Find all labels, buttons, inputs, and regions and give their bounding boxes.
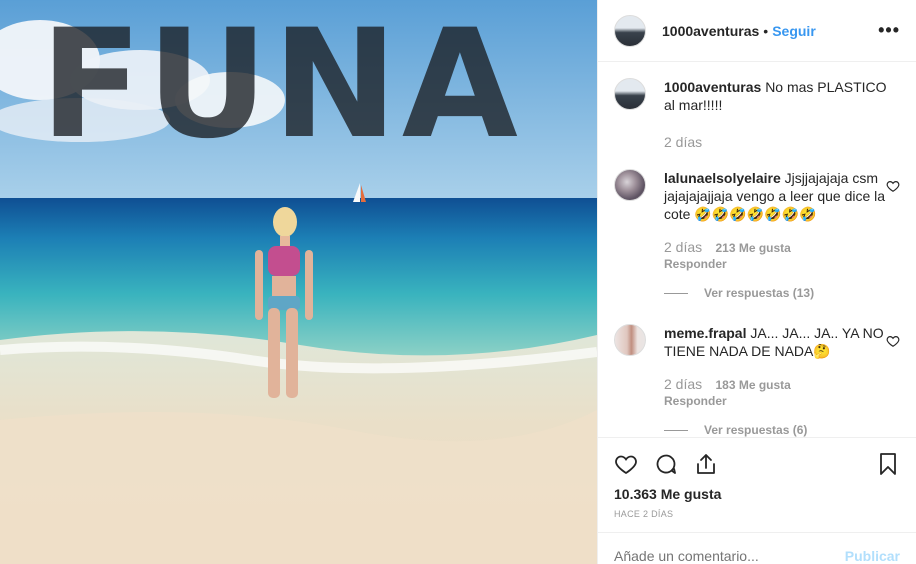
likes-count[interactable]: 10.363 Me gusta xyxy=(598,485,916,503)
author-avatar[interactable] xyxy=(614,14,646,47)
post-side-panel: 1000aventuras • Seguir ••• 1000aventuras… xyxy=(597,0,916,564)
commenter-avatar[interactable] xyxy=(614,324,646,356)
caption: 1000aventuras No mas PLASTICO al mar!!!!… xyxy=(614,78,900,151)
caption-username[interactable]: 1000aventuras xyxy=(664,79,761,95)
comment-item: lalunaelsolyelaire Jjsjjajajaja csm jaja… xyxy=(614,169,900,302)
comments-list[interactable]: 1000aventuras No mas PLASTICO al mar!!!!… xyxy=(598,62,916,438)
like-heart-icon[interactable] xyxy=(614,452,638,476)
comment-likes[interactable]: 183 Me gusta xyxy=(715,378,790,392)
comment-bubble-icon[interactable] xyxy=(654,452,678,476)
bookmark-save-icon[interactable] xyxy=(876,452,900,476)
separator-dot: • xyxy=(763,22,769,39)
post-photo[interactable]: FUNA xyxy=(0,0,597,564)
comment-like-heart-icon[interactable] xyxy=(886,179,900,193)
add-comment-bar: Publicar xyxy=(598,532,916,564)
post-date[interactable]: HACE 2 DÍAS xyxy=(598,509,916,519)
replies-divider-line xyxy=(664,292,688,294)
follow-button[interactable]: Seguir xyxy=(772,23,816,39)
comment-username[interactable]: meme.frapal xyxy=(664,325,746,341)
view-replies-button[interactable]: Ver respuestas (13) xyxy=(664,284,896,302)
funa-overlay-text: FUNA xyxy=(40,0,522,172)
share-upload-icon[interactable] xyxy=(694,452,718,476)
comment-time[interactable]: 2 días xyxy=(664,376,702,392)
view-replies-label: Ver respuestas (13) xyxy=(704,286,815,300)
reply-button[interactable]: Responder xyxy=(664,393,896,409)
author-username[interactable]: 1000aventuras xyxy=(662,23,759,39)
publish-button[interactable]: Publicar xyxy=(845,548,900,564)
caption-time[interactable]: 2 días xyxy=(664,134,702,150)
view-replies-button[interactable]: Ver respuestas (6) xyxy=(664,421,896,437)
replies-divider-line xyxy=(664,429,688,431)
post-header: 1000aventuras • Seguir ••• xyxy=(598,0,916,62)
more-options-icon[interactable]: ••• xyxy=(878,20,900,41)
add-comment-input[interactable] xyxy=(614,547,845,564)
action-bar xyxy=(598,438,916,490)
comment-time[interactable]: 2 días xyxy=(664,239,702,255)
commenter-avatar[interactable] xyxy=(614,169,646,201)
reply-button[interactable]: Responder xyxy=(664,256,896,272)
comment-likes[interactable]: 213 Me gusta xyxy=(715,241,790,255)
comment-username[interactable]: lalunaelsolyelaire xyxy=(664,170,781,186)
comment-item: meme.frapal JA... JA... JA.. YA NO TIENE… xyxy=(614,324,900,437)
comment-like-heart-icon[interactable] xyxy=(886,334,900,348)
caption-avatar[interactable] xyxy=(614,78,646,110)
view-replies-label: Ver respuestas (6) xyxy=(704,423,808,437)
